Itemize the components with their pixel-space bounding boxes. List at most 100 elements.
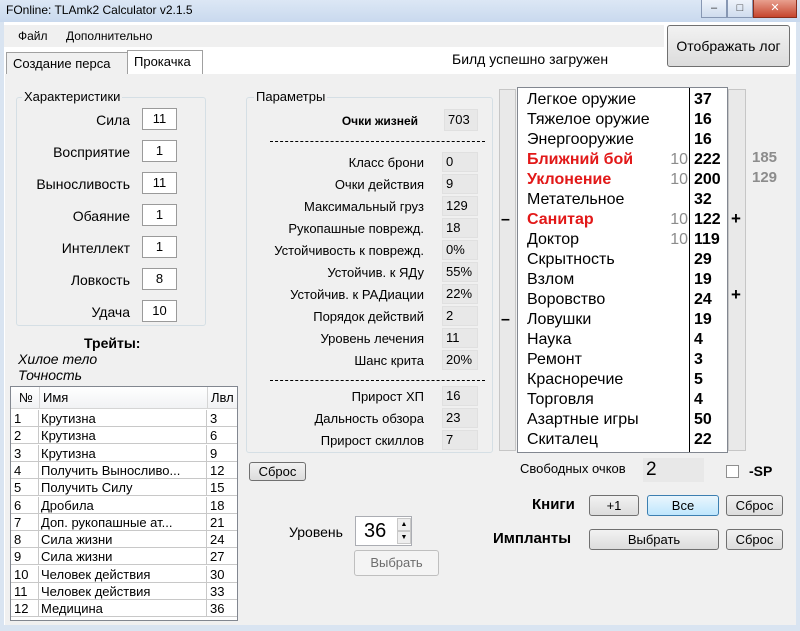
skill-value: 32 bbox=[694, 191, 712, 208]
tab-leveling[interactable]: Прокачка bbox=[127, 50, 203, 75]
menu-file[interactable]: Файл bbox=[18, 29, 48, 43]
skill-value: 24 bbox=[694, 291, 712, 308]
table-row[interactable]: 4 Получить Выносливо... 12 bbox=[11, 461, 237, 479]
skill-row[interactable]: Ближний бой 10 222 bbox=[518, 150, 727, 170]
stat-value[interactable]: 1 bbox=[142, 236, 177, 258]
implants-reset-button[interactable]: Сброс bbox=[726, 529, 783, 550]
skill-plus-button[interactable]: + bbox=[731, 209, 741, 229]
show-log-button[interactable]: Отображать лог bbox=[667, 25, 790, 67]
skill-row[interactable]: Скиталец 22 bbox=[518, 430, 727, 450]
skill-row[interactable]: Энергооружие 16 bbox=[518, 130, 727, 150]
table-row[interactable]: 12 Медицина 36 bbox=[11, 600, 237, 618]
skill-plus-button[interactable]: + bbox=[731, 285, 741, 305]
skill-name: Наука bbox=[527, 331, 572, 348]
skill-row[interactable]: Доктор 10 119 bbox=[518, 230, 727, 250]
skill-row[interactable]: Красноречие 5 bbox=[518, 370, 727, 390]
close-button[interactable]: ✕ bbox=[753, 0, 797, 18]
skill-row[interactable]: Ловушки 19 bbox=[518, 310, 727, 330]
skill-name: Скиталец bbox=[527, 431, 598, 448]
table-row[interactable]: 8 Сила жизни 24 bbox=[11, 531, 237, 549]
separator bbox=[270, 380, 485, 381]
skill-plus-column bbox=[728, 89, 746, 451]
table-row[interactable]: 11 Человек действия 33 bbox=[11, 583, 237, 600]
cell-level: 18 bbox=[207, 497, 237, 514]
table-row[interactable]: 2 Крутизна 6 bbox=[11, 427, 237, 445]
cell-perk-name: Получить Силу bbox=[39, 479, 207, 497]
skill-row[interactable]: Ремонт 3 bbox=[518, 350, 727, 370]
spin-down-icon[interactable]: ▼ bbox=[397, 531, 411, 544]
table-row[interactable]: 5 Получить Силу 15 bbox=[11, 479, 237, 497]
cell-perk-name: Сила жизни bbox=[39, 548, 207, 566]
column-header-number[interactable]: № bbox=[19, 390, 33, 405]
skill-row[interactable]: Метательное 32 bbox=[518, 190, 727, 210]
free-points-value: 2 bbox=[643, 458, 704, 482]
maximize-button[interactable]: □ bbox=[727, 0, 753, 18]
table-row[interactable]: 9 Сила жизни 27 bbox=[11, 548, 237, 566]
skill-row[interactable]: Скрытность 29 bbox=[518, 250, 727, 270]
table-row[interactable]: 1 Крутизна 3 bbox=[11, 410, 237, 427]
skill-minus-button[interactable]: – bbox=[501, 211, 510, 229]
level-select-button[interactable]: Выбрать bbox=[354, 550, 439, 576]
param-value: 0 bbox=[442, 152, 478, 172]
skill-row[interactable]: Азартные игры 50 bbox=[518, 410, 727, 430]
tab-character-creation[interactable]: Создание перса bbox=[6, 52, 128, 74]
skills-list[interactable]: Легкое оружие 37 Тяжелое оружие 16 Энергоору… bbox=[517, 87, 728, 453]
skill-row[interactable]: Легкое оружие 37 bbox=[518, 90, 727, 110]
skill-row[interactable]: Наука 4 bbox=[518, 330, 727, 350]
books-reset-button[interactable]: Сброс bbox=[726, 495, 783, 516]
spin-up-icon[interactable]: ▲ bbox=[397, 518, 411, 531]
perks-table[interactable]: № Имя Лвл 1 Крутизна 3 2 Крутизна 6 3 Крутизна 9… bbox=[10, 386, 238, 621]
books-plus-one-button[interactable]: +1 bbox=[589, 495, 639, 516]
books-all-button[interactable]: Все bbox=[647, 495, 719, 516]
table-row[interactable]: 10 Человек действия 30 bbox=[11, 565, 237, 583]
skill-minus-button[interactable]: – bbox=[501, 311, 510, 329]
skill-name: Тяжелое оружие bbox=[527, 111, 650, 128]
skill-value: 122 bbox=[694, 211, 721, 228]
cell-level: 30 bbox=[207, 566, 237, 583]
skill-side-value: 129 bbox=[752, 169, 778, 186]
skill-value: 16 bbox=[694, 111, 712, 128]
skill-row[interactable]: Воровство 24 bbox=[518, 290, 727, 310]
stat-value[interactable]: 10 bbox=[142, 300, 177, 322]
skill-name: Уклонение bbox=[527, 171, 612, 188]
skill-value: 5 bbox=[694, 371, 703, 388]
skill-row[interactable]: Тяжелое оружие 16 bbox=[518, 110, 727, 130]
level-spinner[interactable]: 36 ▲ ▼ bbox=[355, 516, 412, 546]
param-value: 16 bbox=[442, 386, 478, 406]
skill-row[interactable]: Санитар 10 122 bbox=[518, 210, 727, 230]
skill-bonus: 10 bbox=[670, 151, 688, 168]
status-text: Билд успешно загружен bbox=[452, 51, 609, 67]
minimize-button[interactable]: – bbox=[701, 0, 727, 18]
table-row[interactable]: 3 Крутизна 9 bbox=[11, 444, 237, 462]
free-points-label: Свободных очков bbox=[520, 461, 626, 476]
title-bar[interactable]: FOnline: TLAmk2 Calculator v2.1.5 bbox=[0, 0, 800, 22]
param-value: 20% bbox=[442, 350, 478, 370]
level-value[interactable]: 36 bbox=[364, 520, 386, 543]
sp-checkbox[interactable] bbox=[726, 465, 739, 478]
table-row[interactable]: 6 Дробила 18 bbox=[11, 496, 237, 514]
stat-value[interactable]: 8 bbox=[142, 268, 177, 290]
stat-value[interactable]: 11 bbox=[142, 172, 177, 194]
cell-number: 4 bbox=[11, 461, 39, 479]
cell-level: 24 bbox=[207, 531, 237, 549]
skill-row[interactable]: Торговля 4 bbox=[518, 390, 727, 410]
skill-row[interactable]: Взлом 19 bbox=[518, 270, 727, 290]
column-header-name[interactable]: Имя bbox=[43, 390, 68, 405]
table-row[interactable]: 7 Доп. рукопашные ат... 21 bbox=[11, 513, 237, 531]
menu-extra[interactable]: Дополнительно bbox=[66, 29, 152, 43]
skill-name: Азартные игры bbox=[527, 411, 639, 428]
skill-value: 16 bbox=[694, 131, 712, 148]
stat-value[interactable]: 1 bbox=[142, 140, 177, 162]
skill-row[interactable]: Уклонение 10 200 bbox=[518, 170, 727, 190]
implants-label: Импланты bbox=[493, 530, 572, 547]
window-title: FOnline: TLAmk2 Calculator v2.1.5 bbox=[6, 3, 193, 17]
skill-name: Санитар bbox=[527, 211, 594, 228]
skill-bonus: 10 bbox=[670, 211, 688, 228]
param-label: Уровень лечения bbox=[320, 331, 424, 346]
stat-value[interactable]: 1 bbox=[142, 204, 177, 226]
stat-value[interactable]: 11 bbox=[142, 108, 177, 130]
skill-side-value: 185 bbox=[752, 149, 778, 166]
implants-select-button[interactable]: Выбрать bbox=[589, 529, 719, 550]
reset-button[interactable]: Сброс bbox=[249, 462, 306, 481]
param-label: Устойчив. к РАДиации bbox=[290, 287, 424, 302]
